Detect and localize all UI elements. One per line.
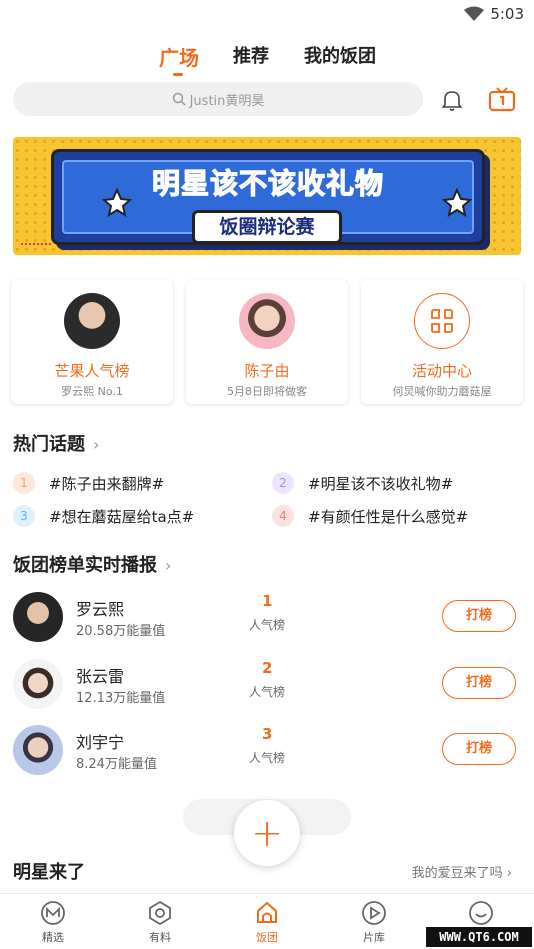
topic-rank: 3 [13, 505, 35, 527]
topic-rank: 1 [13, 472, 35, 494]
plus-icon: + [251, 811, 283, 855]
status-bar: 5:03 [0, 0, 534, 30]
banner-board: 明星该不该收礼物 饭圈辩论赛 [51, 149, 485, 245]
ranking-row[interactable]: 刘宇宁 8.24万能量值 3 人气榜 打榜 [0, 721, 534, 779]
search-placeholder: Justin黄明昊 [189, 93, 265, 109]
activity-icon [414, 293, 470, 349]
search-icon [172, 92, 186, 106]
active-tab-indicator [173, 73, 183, 76]
featured-icon [41, 901, 65, 925]
vote-button[interactable]: 打榜 [442, 600, 516, 632]
nav-library[interactable]: 片库 [344, 900, 404, 945]
star-name: 刘宇宁 [76, 733, 125, 752]
card-sub: 何炅喊你助力蘑菇屋 [392, 385, 492, 398]
nav-me[interactable] [451, 900, 511, 929]
play-icon [362, 901, 386, 925]
rank-number: 3 [262, 725, 273, 743]
energy-value: 8.24万能量值 [76, 757, 157, 772]
ranking-header[interactable]: 饭团榜单实时播报 › [13, 551, 171, 577]
topic-item[interactable]: 3 #想在蘑菇屋给ta点# [13, 505, 194, 527]
card-label: 活动中心 [411, 362, 472, 380]
status-time: 5:03 [490, 5, 524, 23]
fan-group-icon [257, 901, 277, 923]
hot-topics-title: 热门话题 [13, 434, 85, 455]
topic-item[interactable]: 1 #陈子由来翻牌# [13, 472, 164, 494]
nav-label: 有料 [149, 931, 171, 944]
rank-label: 人气榜 [249, 618, 286, 632]
tab-square[interactable]: 广场 [159, 42, 199, 71]
topic-item[interactable]: 2 #明星该不该收礼物# [272, 472, 453, 494]
avatar [13, 659, 63, 709]
card-mango-popularity[interactable]: 芒果人气榜 罗云熙 No.1 [11, 280, 173, 404]
hot-topics-header[interactable]: 热门话题 › [13, 430, 99, 456]
add-fab-button[interactable]: + [234, 800, 300, 866]
topic-item[interactable]: 4 #有颜任性是什么感觉# [272, 505, 468, 527]
stars-more-label: 我的爱豆来了吗 [411, 866, 503, 881]
card-label: 芒果人气榜 [54, 362, 130, 380]
energy-value: 20.58万能量值 [76, 624, 166, 639]
tv-icon[interactable] [488, 86, 516, 114]
avatar [64, 293, 120, 349]
nav-content[interactable]: 有料 [130, 900, 190, 945]
topic-text: #想在蘑菇屋给ta点# [49, 507, 195, 526]
stars-title: 明星来了 [13, 862, 85, 883]
card-sub: 5月8日即将做客 [227, 385, 307, 398]
bell-icon[interactable] [440, 88, 464, 112]
search-row: Justin黄明昊 [0, 82, 534, 118]
topic-rank: 2 [272, 472, 294, 494]
chevron-right-icon: › [93, 435, 100, 454]
ranking-title: 饭团榜单实时播报 [13, 555, 157, 576]
topic-text: #明星该不该收礼物# [308, 474, 454, 493]
star-icon [442, 188, 472, 218]
star-name: 张云雷 [76, 667, 125, 686]
topic-text: #陈子由来翻牌# [49, 474, 165, 493]
topic-text: #有颜任性是什么感觉# [308, 507, 469, 526]
nav-featured[interactable]: 精选 [23, 900, 83, 945]
nav-label: 片库 [363, 931, 385, 944]
card-label: 陈子由 [244, 362, 290, 380]
content-icon [149, 900, 171, 926]
nav-fan-group[interactable]: 饭团 [237, 900, 297, 945]
feature-cards: 芒果人气榜 罗云熙 No.1 陈子由 5月8日即将做客 活动中心 何炅喊你助力蘑… [0, 280, 534, 406]
vote-button[interactable]: 打榜 [442, 667, 516, 699]
energy-value: 12.13万能量值 [76, 691, 166, 706]
vote-button[interactable]: 打榜 [442, 733, 516, 765]
star-name: 罗云熙 [76, 600, 125, 619]
rank-label: 人气榜 [249, 685, 286, 699]
banner-decoration [21, 243, 51, 245]
chevron-right-icon: › [502, 866, 512, 881]
avatar [13, 592, 63, 642]
avatar [239, 293, 295, 349]
rank-number: 2 [262, 659, 273, 677]
chevron-right-icon: › [165, 556, 172, 575]
ranking-row[interactable]: 张云雷 12.13万能量值 2 人气榜 打榜 [0, 655, 534, 713]
promo-banner[interactable]: 明星该不该收礼物 饭圈辩论赛 [13, 137, 521, 255]
card-sub: 罗云熙 No.1 [61, 385, 123, 398]
card-chen-ziyou[interactable]: 陈子由 5月8日即将做客 [186, 280, 348, 404]
rank-label: 人气榜 [249, 751, 286, 765]
search-input[interactable]: Justin黄明昊 [13, 82, 423, 116]
stars-more-link[interactable]: 我的爱豆来了吗 › [412, 862, 512, 881]
tab-recommend[interactable]: 推荐 [233, 42, 269, 68]
card-activity-center[interactable]: 活动中心 何炅喊你助力蘑菇屋 [361, 280, 523, 404]
avatar [13, 725, 63, 775]
smile-icon [469, 901, 493, 925]
nav-label: 精选 [42, 931, 64, 944]
watermark: WWW.QT6.COM [426, 927, 532, 947]
banner-subtitle: 饭圈辩论赛 [192, 210, 342, 244]
topic-rank: 4 [272, 505, 294, 527]
wifi-icon [464, 6, 484, 21]
rank-number: 1 [262, 592, 273, 610]
ranking-row[interactable]: 罗云熙 20.58万能量值 1 人气榜 打榜 [0, 588, 534, 646]
star-icon [102, 188, 132, 218]
top-tabs: 广场 推荐 我的饭团 [0, 40, 534, 80]
tab-my-fan-group[interactable]: 我的饭团 [304, 42, 376, 68]
nav-label: 饭团 [256, 931, 278, 944]
